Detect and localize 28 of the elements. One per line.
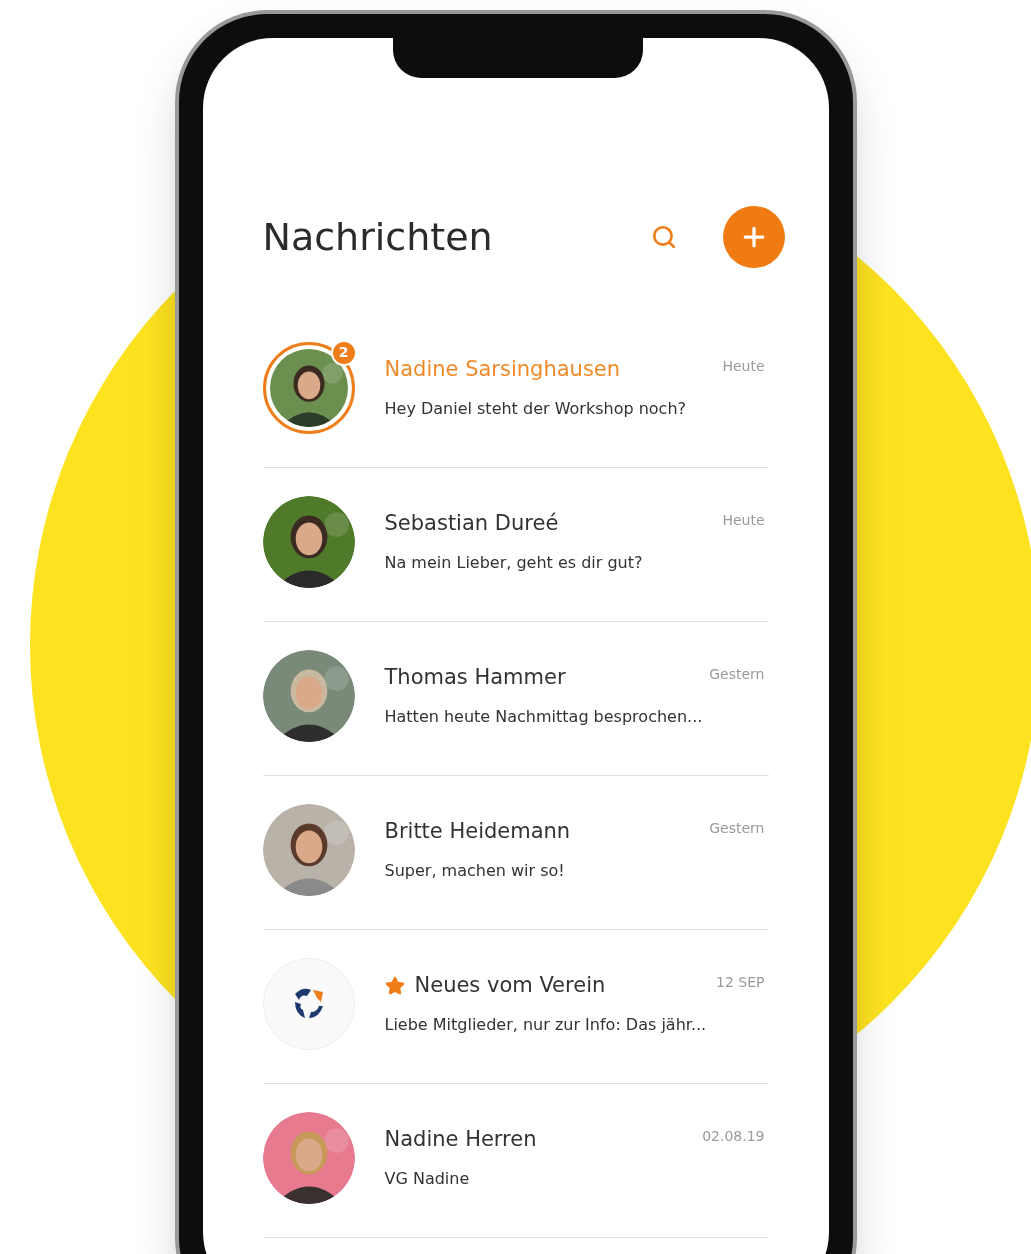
message-time: Heute [722,356,765,376]
message-preview: VG Nadine [384,1168,471,1191]
message-preview: Na mein Lieber, geht es dir gut? [384,552,644,575]
message-preview: Hatten heute Nachmittag besprochen... [384,706,704,729]
conversation-item[interactable]: Neues vom Verein 12 SEP Liebe Mitglieder, nur zur Info: Das jähr... [262,930,769,1084]
message-time: Heute [722,510,765,530]
conversation-item[interactable]: Thomas Hammer Gestern Hatten heute Nachmittag besprochen... [262,622,769,776]
message-preview: Super, machen wir so! [384,860,566,883]
contact-name: Sebastian Dureé [384,509,559,537]
search-button[interactable] [650,224,677,250]
search-icon [650,224,677,250]
unread-badge: 2 [330,339,357,366]
conversation-item[interactable]: Nadine Herren 02.08.19 VG Nadine [262,1084,769,1238]
message-time: Gestern [709,818,765,838]
message-time: 12 SEP [716,972,765,992]
contact-name: Neues vom Verein [414,971,606,999]
contact-name: Nadine Herren [384,1125,537,1153]
conversation-item[interactable]: Britte Heidemann Gestern Super, machen wir so! [262,776,769,930]
conversation-item[interactable]: 2 Nadine Sarsinghausen Heute Hey Daniel steht der Workshop noch? [262,314,769,468]
message-time: 02.08.19 [702,1126,765,1146]
contact-name: Britte Heidemann [384,817,571,845]
message-time: Gestern [709,664,765,684]
contact-name: Nadine Sarsinghausen [384,355,621,383]
message-preview: Hey Daniel steht der Workshop noch? [384,398,687,421]
screen-title: Nachrichten [262,213,494,261]
message-preview: Liebe Mitglieder, nur zur Info: Das jähr... [384,1014,708,1037]
conversation-item[interactable]: Sebastian Dureé Heute Na mein Lieber, geht es dir gut? [262,468,769,622]
contact-name: Thomas Hammer [384,663,566,691]
